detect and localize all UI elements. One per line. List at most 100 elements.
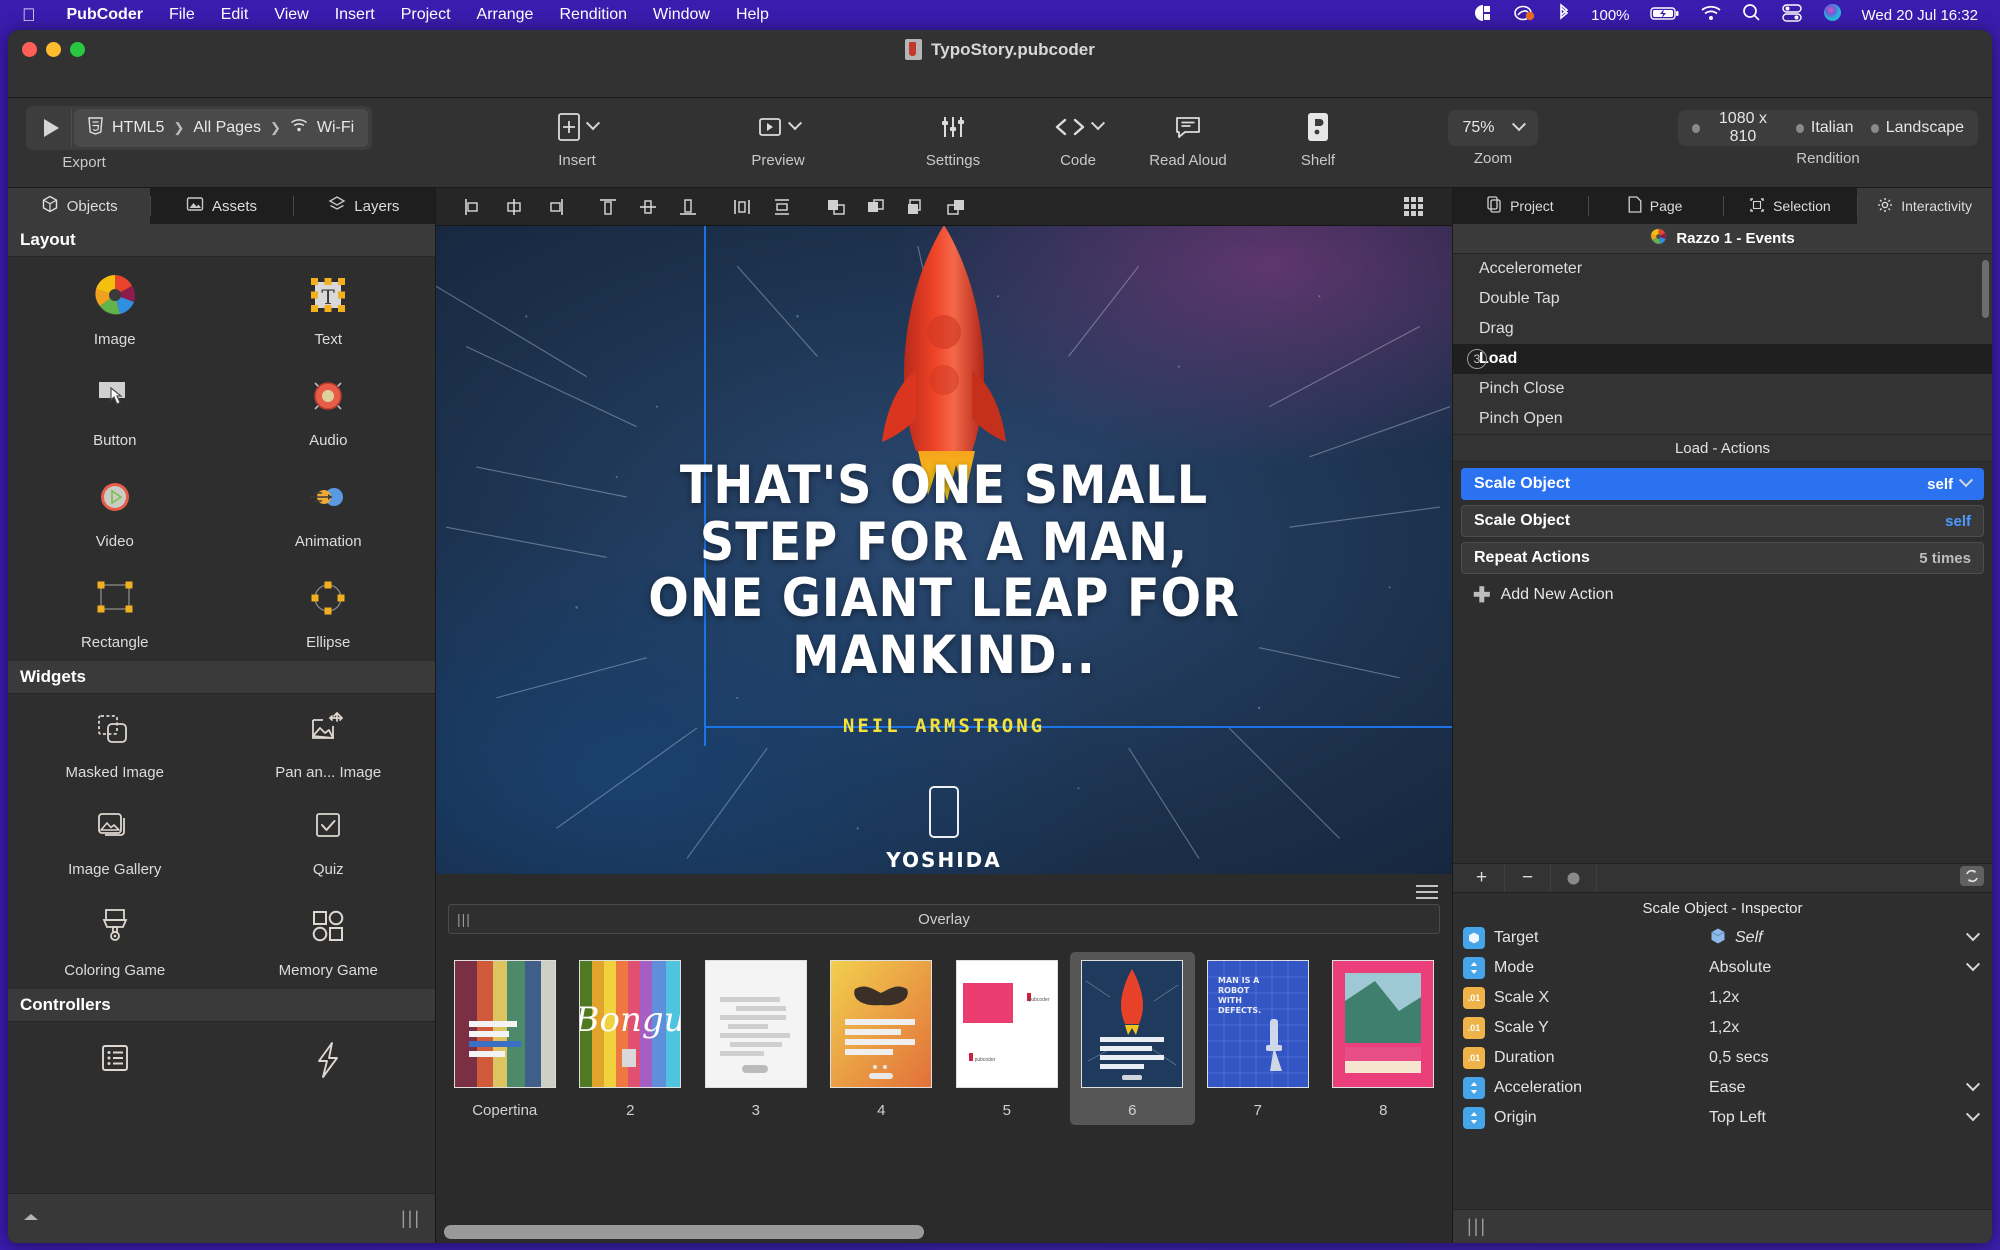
shelf-button[interactable] [1238,106,1398,148]
bluetooth-icon[interactable] [1557,3,1571,28]
library-item-rectangle[interactable]: Rectangle [8,560,222,661]
export-breadcrumb[interactable]: HTML5 ❯ All Pages ❯ Wi-Fi [74,109,368,147]
align-center-v-icon[interactable] [628,192,668,222]
menu-item-view[interactable]: View [261,6,321,24]
toolbar-group-shelf[interactable]: Shelf [1238,106,1398,169]
toolbar-group-zoom[interactable]: 75% Zoom [1433,106,1553,167]
library-item-audio[interactable]: Audio [222,358,436,459]
add-action-button[interactable]: + [1459,864,1505,892]
right-panel-tabs[interactable]: Project Page Selection Interactivity [1453,188,1992,224]
tab-objects[interactable]: Objects [8,188,150,224]
cleanmymac-icon[interactable] [1513,3,1537,28]
inspector-value-target-wrap[interactable]: Self [1709,927,1978,950]
main-toolbar[interactable]: HTML5 ❯ All Pages ❯ Wi-Fi Export Insert [8,98,1992,188]
overlay-menu-icon[interactable] [1416,881,1438,903]
left-panel-body[interactable]: Layout Image T Text [8,224,435,1193]
section-header-controllers[interactable]: Controllers [8,989,435,1022]
align-bottom-icon[interactable] [668,192,708,222]
overlay-track[interactable]: ||| Overlay [448,904,1440,934]
inspector-mini-toolbar[interactable]: + − [1453,863,1992,893]
brand-logo-group[interactable]: YOSHIDA by Dan Jones [436,786,1452,874]
inspector-row-mode[interactable]: Mode Absolute [1453,953,1992,983]
library-item-list-controller[interactable] [8,1022,222,1106]
insert-dropdown-caret[interactable] [588,118,598,136]
inspector-caret-mode[interactable] [1968,961,1978,975]
thumbnails-horizontal-scrollbar[interactable] [444,1225,1444,1239]
inspector-row-duration[interactable]: .01 Duration 0,5 secs [1453,1043,1992,1073]
layout-items-grid[interactable]: Image T Text Button [8,257,435,661]
inspector-caret-acceleration[interactable] [1968,1081,1978,1095]
thumbnail-page-6[interactable]: 6 [1070,952,1196,1125]
thumbnail-page-8[interactable]: 8 [1321,952,1447,1125]
inspector-caret-origin[interactable] [1968,1111,1978,1125]
zoom-select[interactable]: 75% [1448,110,1537,146]
left-panel-tabs[interactable]: Objects Assets Layers [8,188,435,224]
library-item-coloring-game[interactable]: Coloring Game [8,888,222,989]
thumbnails-scrollbar-thumb[interactable] [444,1225,924,1239]
action-dropdown-caret-1[interactable] [1961,475,1971,493]
align-top-icon[interactable] [588,192,628,222]
author-text-object[interactable]: NEIL ARMSTRONG [436,715,1452,737]
preview-dropdown-caret[interactable] [790,118,800,136]
inspector-row-origin[interactable]: Origin Top Left [1453,1103,1992,1133]
library-item-memory-game[interactable]: Memory Game [222,888,436,989]
inspector-value-duration-wrap[interactable]: 0,5 secs [1709,1049,1978,1067]
library-item-image-gallery[interactable]: Image Gallery [8,791,222,888]
distribute-v-icon[interactable] [762,192,802,222]
clock-label[interactable]: Wed 20 Jul 16:32 [1862,7,1978,24]
collapse-caret-icon[interactable] [22,1210,40,1228]
menu-status-area[interactable]: 100% Wed 20 Jul 16:32 [1473,3,2000,28]
grid-view-icon[interactable] [1394,192,1434,222]
inspector-row-scale-x[interactable]: .01 Scale X 1,2x [1453,983,1992,1013]
library-item-quiz[interactable]: Quiz [222,791,436,888]
insert-button[interactable] [522,106,632,148]
tab-selection[interactable]: Selection [1723,188,1858,224]
page-canvas[interactable]: THAT'S ONE SMALL STEP FOR A MAN, ONE GIA… [436,226,1452,874]
toolbar-group-preview[interactable]: Preview [708,106,848,169]
event-row-accelerometer[interactable]: Accelerometer [1453,254,1992,284]
battery-icon[interactable] [1650,5,1680,26]
action-row-repeat-actions[interactable]: Repeat Actions 5 times [1461,542,1984,574]
overlay-drag-grip[interactable]: ||| [457,911,471,927]
library-item-animation[interactable]: Animation [222,459,436,560]
library-item-pan-zoom-image[interactable]: Pan an... Image [222,694,436,791]
toolbar-group-export[interactable]: HTML5 ❯ All Pages ❯ Wi-Fi Export [26,106,372,171]
event-row-pinch-open[interactable]: Pinch Open [1453,404,1992,434]
siri-icon[interactable] [1823,3,1842,27]
inspector-value-acceleration-wrap[interactable]: Ease [1709,1079,1978,1097]
inspector-value-scale-y-wrap[interactable]: 1,2x [1709,1019,1978,1037]
thumbnail-page-2[interactable]: Bongu 2 [568,952,694,1125]
tab-page[interactable]: Page [1588,188,1723,224]
toolbar-group-settings[interactable]: Settings [888,106,1018,169]
align-left-icon[interactable] [454,192,494,222]
export-run-button[interactable] [30,109,72,147]
library-item-lightning[interactable] [222,1022,436,1106]
library-item-text[interactable]: T Text [222,257,436,358]
event-row-load[interactable]: 3 Load [1453,344,1992,374]
apple-menu-icon[interactable]:  [22,6,36,24]
thumbnail-page-5[interactable]: pubcoder pubcoder 5 [944,952,1070,1125]
inspector-row-target[interactable]: Target Self [1453,923,1992,953]
thumbnail-page-4[interactable]: 4 [819,952,945,1125]
menu-item-edit[interactable]: Edit [208,6,262,24]
align-right-icon[interactable] [534,192,574,222]
events-list[interactable]: Accelerometer Double Tap Drag 3 Load Pin… [1453,254,1992,434]
library-item-video[interactable]: Video [8,459,222,560]
tab-layers[interactable]: Layers [293,188,435,224]
menu-item-project[interactable]: Project [388,6,464,24]
bring-to-front-icon[interactable] [816,192,856,222]
control-center-icon[interactable] [1781,3,1803,28]
event-row-drag[interactable]: Drag [1453,314,1992,344]
page-render[interactable]: THAT'S ONE SMALL STEP FOR A MAN, ONE GIA… [436,226,1452,874]
tab-assets[interactable]: Assets [150,188,292,224]
events-scrollbar-thumb[interactable] [1982,260,1989,318]
macos-menu-bar[interactable]:  PubCoder File Edit View Insert Project… [0,0,2000,30]
add-new-action-button[interactable]: ✚ Add New Action [1461,579,1984,611]
left-panel-footer[interactable]: ||| [8,1193,435,1243]
library-item-button[interactable]: Button [8,358,222,459]
export-segment[interactable]: HTML5 ❯ All Pages ❯ Wi-Fi [26,106,372,150]
library-item-image[interactable]: Image [8,257,222,358]
menu-item-rendition[interactable]: Rendition [546,6,640,24]
menu-item-insert[interactable]: Insert [322,6,388,24]
bring-forward-icon[interactable] [856,192,896,222]
